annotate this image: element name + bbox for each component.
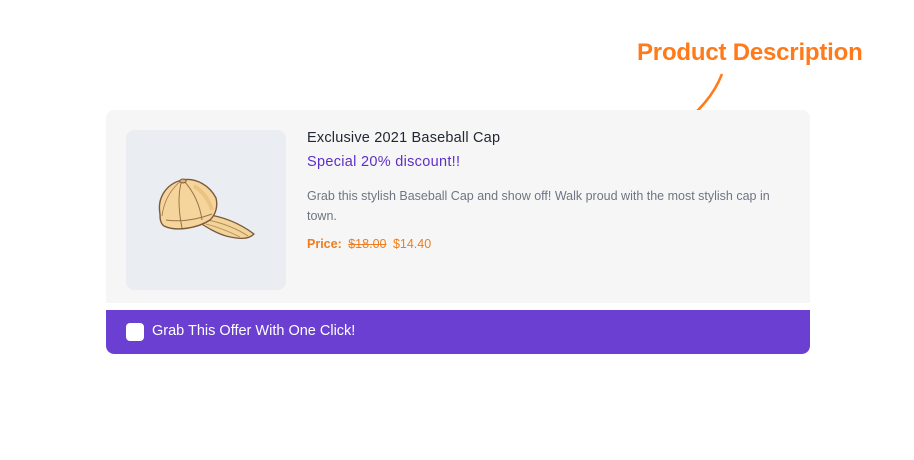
product-discount-text: Special 20% discount!! [307, 154, 461, 170]
divider [106, 303, 810, 310]
offer-checkbox-label[interactable]: Grab This Offer With One Click! [152, 323, 355, 339]
price-row: Price: $18.00 $14.40 [307, 237, 431, 251]
offer-bar: Grab This Offer With One Click! [106, 310, 810, 354]
annotation-label: Product Description [637, 39, 863, 66]
upsell-offer-card: Exclusive 2021 Baseball Cap Special 20% … [106, 110, 810, 354]
baseball-cap-icon [158, 178, 255, 240]
product-image [126, 130, 286, 290]
offer-body: Exclusive 2021 Baseball Cap Special 20% … [106, 110, 810, 303]
sale-price: $14.40 [392, 237, 432, 251]
product-description: Grab this stylish Baseball Cap and show … [307, 189, 770, 223]
price-label: Price: [307, 237, 342, 251]
offer-checkbox[interactable] [126, 323, 144, 341]
original-price: $18.00 [348, 237, 387, 251]
product-title: Exclusive 2021 Baseball Cap [307, 130, 501, 146]
